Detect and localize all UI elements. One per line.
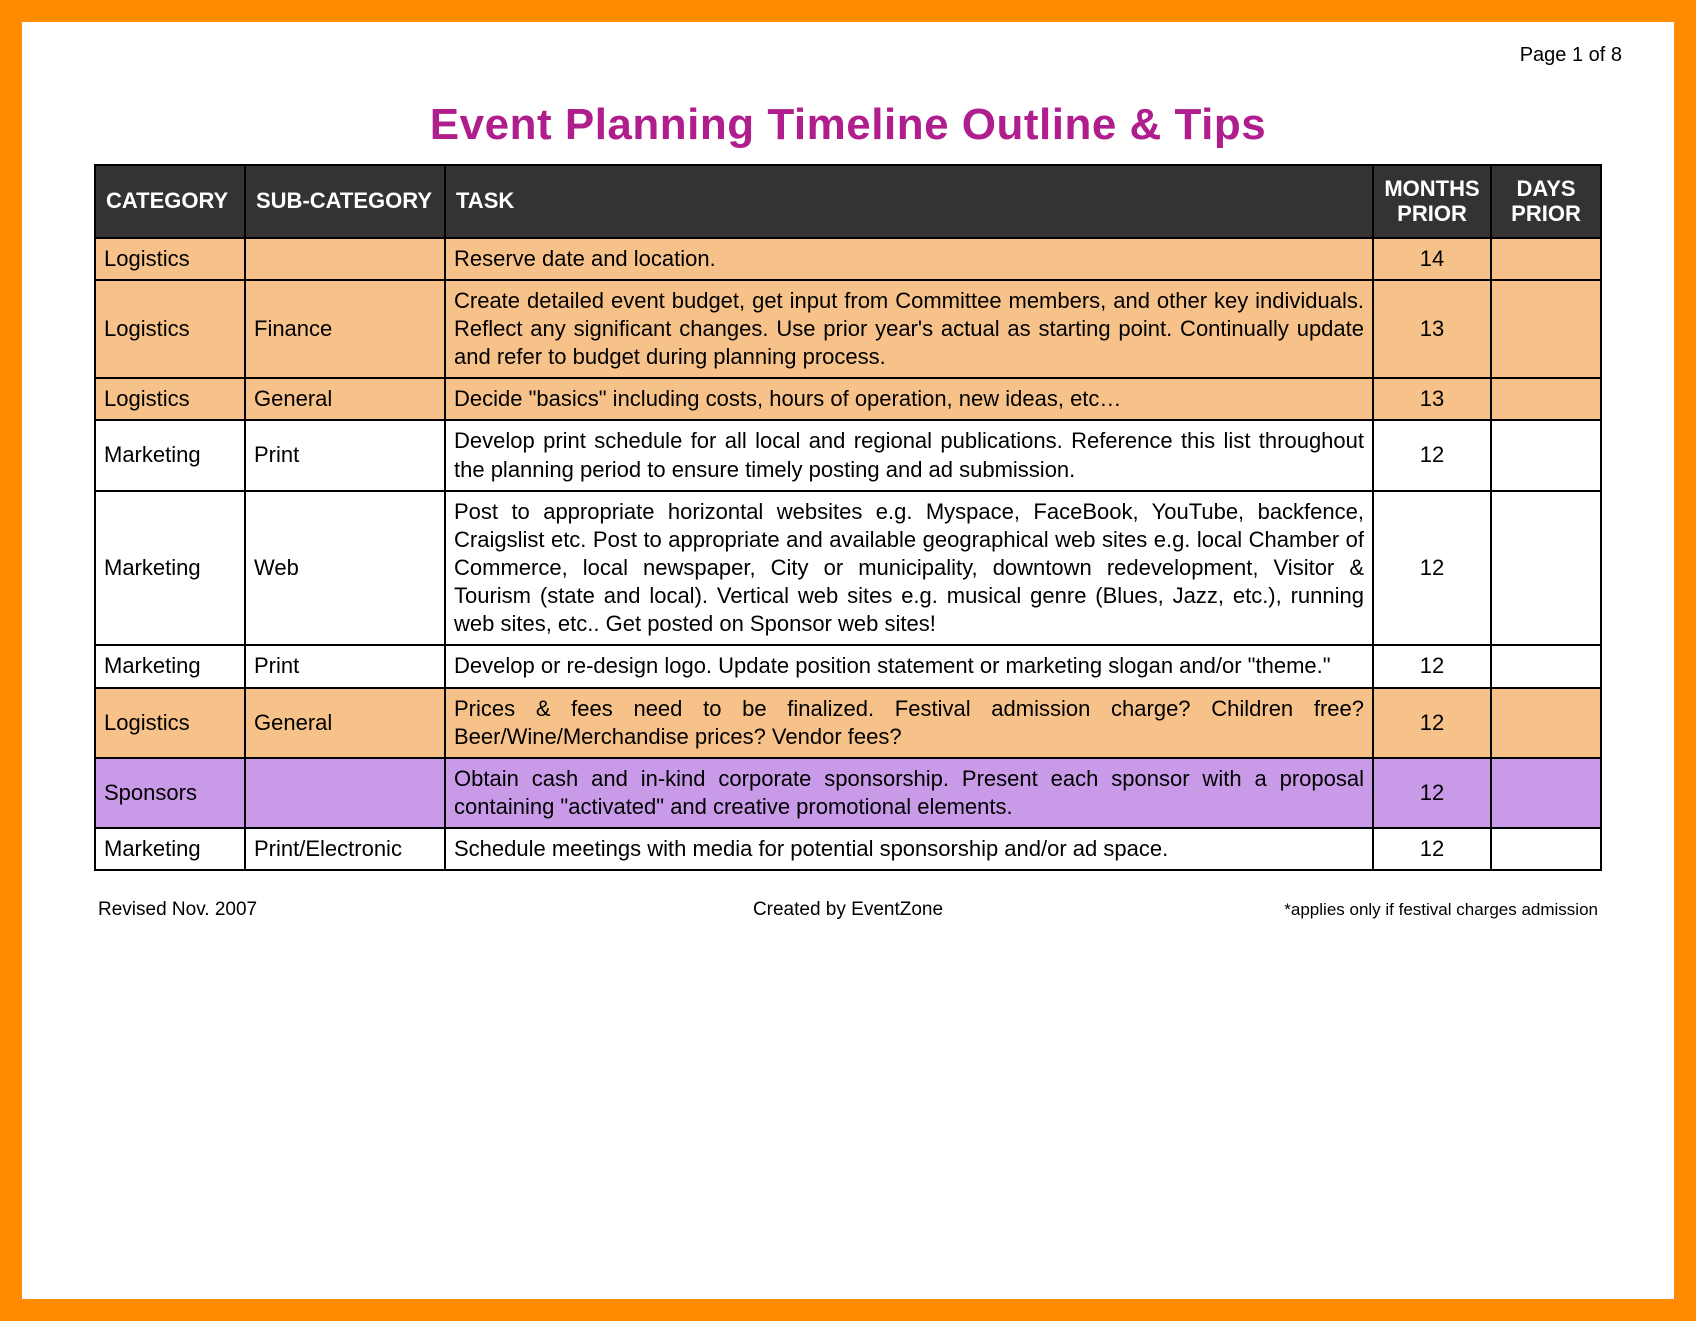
- cell-category: Logistics: [95, 238, 245, 280]
- cell-category: Marketing: [95, 645, 245, 687]
- table-row: MarketingWebPost to appropriate horizont…: [95, 491, 1601, 646]
- cell-days-prior: [1491, 645, 1601, 687]
- table-header-row: CATEGORY SUB-CATEGORY TASK MONTHS PRIOR …: [95, 165, 1601, 238]
- table-row: MarketingPrintDevelop print schedule for…: [95, 420, 1601, 490]
- document-frame: Page 1 of 8 Event Planning Timeline Outl…: [0, 0, 1696, 1321]
- cell-days-prior: [1491, 758, 1601, 828]
- cell-category: Marketing: [95, 420, 245, 490]
- cell-subcategory: Print: [245, 420, 445, 490]
- cell-months-prior: 13: [1373, 378, 1491, 420]
- table-row: MarketingPrintDevelop or re-design logo.…: [95, 645, 1601, 687]
- page-content: Event Planning Timeline Outline & Tips C…: [22, 22, 1674, 921]
- cell-category: Sponsors: [95, 758, 245, 828]
- table-row: Sponsors Obtain cash and in-kind corporat…: [95, 758, 1601, 828]
- cell-subcategory: [245, 758, 445, 828]
- cell-days-prior: [1491, 828, 1601, 870]
- cell-days-prior: [1491, 238, 1601, 280]
- cell-days-prior: [1491, 420, 1601, 490]
- page-number: Page 1 of 8: [1520, 44, 1622, 67]
- cell-months-prior: 12: [1373, 828, 1491, 870]
- header-months-prior: MONTHS PRIOR: [1373, 165, 1491, 238]
- cell-category: Marketing: [95, 828, 245, 870]
- cell-months-prior: 12: [1373, 645, 1491, 687]
- header-days-prior: DAYS PRIOR: [1491, 165, 1601, 238]
- cell-subcategory: [245, 238, 445, 280]
- page-footer: Revised Nov. 2007 Created by EventZone *…: [94, 871, 1602, 921]
- footer-revised: Revised Nov. 2007: [98, 899, 598, 921]
- header-subcategory: SUB-CATEGORY: [245, 165, 445, 238]
- cell-days-prior: [1491, 378, 1601, 420]
- cell-task: Obtain cash and in-kind corporate sponso…: [445, 758, 1373, 828]
- cell-months-prior: 13: [1373, 280, 1491, 378]
- cell-category: Marketing: [95, 491, 245, 646]
- cell-days-prior: [1491, 280, 1601, 378]
- cell-category: Logistics: [95, 688, 245, 758]
- header-category: CATEGORY: [95, 165, 245, 238]
- cell-months-prior: 12: [1373, 420, 1491, 490]
- table-row: MarketingPrint/ElectronicSchedule meetin…: [95, 828, 1601, 870]
- planning-table: CATEGORY SUB-CATEGORY TASK MONTHS PRIOR …: [94, 164, 1602, 871]
- footer-creator: Created by EventZone: [598, 899, 1098, 921]
- table-row: LogisticsGeneralDecide "basics" includin…: [95, 378, 1601, 420]
- table-row: LogisticsGeneralPrices & fees need to be…: [95, 688, 1601, 758]
- cell-subcategory: General: [245, 378, 445, 420]
- page-title: Event Planning Timeline Outline & Tips: [94, 100, 1602, 150]
- cell-category: Logistics: [95, 280, 245, 378]
- cell-task: Develop or re-design logo. Update positi…: [445, 645, 1373, 687]
- cell-task: Create detailed event budget, get input …: [445, 280, 1373, 378]
- cell-days-prior: [1491, 491, 1601, 646]
- cell-task: Post to appropriate horizontal websites …: [445, 491, 1373, 646]
- cell-months-prior: 14: [1373, 238, 1491, 280]
- cell-category: Logistics: [95, 378, 245, 420]
- cell-task: Decide "basics" including costs, hours o…: [445, 378, 1373, 420]
- cell-months-prior: 12: [1373, 688, 1491, 758]
- cell-task: Prices & fees need to be finalized. Fest…: [445, 688, 1373, 758]
- cell-task: Schedule meetings with media for potenti…: [445, 828, 1373, 870]
- cell-days-prior: [1491, 688, 1601, 758]
- footer-note: *applies only if festival charges admiss…: [1098, 900, 1598, 920]
- cell-subcategory: Web: [245, 491, 445, 646]
- cell-subcategory: General: [245, 688, 445, 758]
- cell-subcategory: Print/Electronic: [245, 828, 445, 870]
- cell-months-prior: 12: [1373, 491, 1491, 646]
- cell-subcategory: Print: [245, 645, 445, 687]
- table-row: Logistics Reserve date and location.14: [95, 238, 1601, 280]
- cell-task: Reserve date and location.: [445, 238, 1373, 280]
- table-row: LogisticsFinanceCreate detailed event bu…: [95, 280, 1601, 378]
- cell-subcategory: Finance: [245, 280, 445, 378]
- cell-months-prior: 12: [1373, 758, 1491, 828]
- cell-task: Develop print schedule for all local and…: [445, 420, 1373, 490]
- header-task: TASK: [445, 165, 1373, 238]
